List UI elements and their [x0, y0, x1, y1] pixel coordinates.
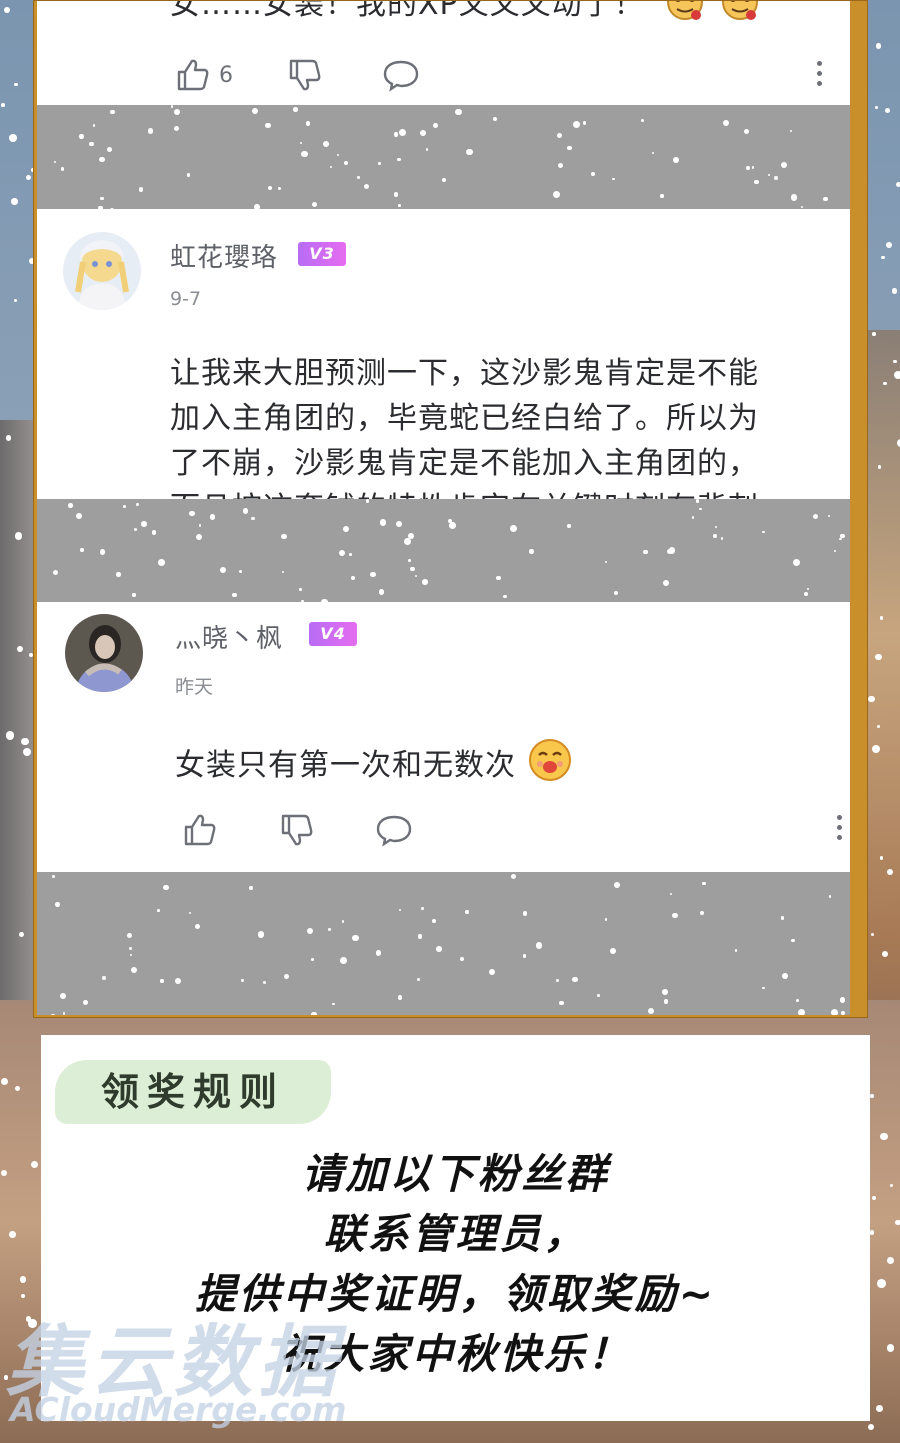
rules-tag: 领奖规则 — [55, 1060, 331, 1124]
card-separator — [37, 499, 850, 602]
comment-bubble-icon — [383, 60, 419, 92]
reply-button[interactable] — [382, 57, 420, 93]
like-count: 6 — [219, 62, 233, 88]
comment-bubble-icon — [376, 815, 412, 847]
comment-text: 女装只有第一次和无数次 — [175, 737, 573, 796]
more-options-button[interactable] — [817, 61, 822, 86]
like-button[interactable] — [182, 812, 218, 848]
thumbs-down-icon — [281, 814, 313, 846]
comment-card: 女……女装！我的XP又又又动了！ 6 — [37, 1, 850, 105]
thumbs-down-icon — [289, 59, 321, 91]
reply-button[interactable] — [375, 812, 413, 848]
avatar[interactable] — [63, 232, 141, 310]
comment-text-line: 让我来大胆预测一下，这沙影鬼肯定是不能 — [170, 356, 759, 391]
comment-text-line: 加入主角团的，毕竟蛇已经白给了。所以为 — [170, 401, 759, 436]
comment-card: 灬晓丶枫 V4 昨天 女装只有第一次和无数次 — [37, 602, 850, 872]
dislike-button[interactable] — [287, 57, 323, 93]
comment-text-line: 而且按这套钺的特性肯定在关键时刻有背刺 — [170, 486, 840, 499]
watermark-url: ACloudMerge.com — [10, 1390, 347, 1429]
more-options-button[interactable] — [837, 815, 842, 840]
tiger-face-icon — [665, 1, 705, 30]
thumbs-up-icon — [184, 814, 216, 846]
comments-frame: 女……女装！我的XP又又又动了！ 6 虹花瓔珞 V3 9-7 让我来大胆预测一下… — [33, 0, 868, 1018]
comment-card: 虹花瓔珞 V3 9-7 让我来大胆预测一下，这沙影鬼肯定是不能 加入主角团的，毕… — [37, 209, 850, 499]
comment-text: 女……女装！我的XP又又又动了！ — [170, 1, 760, 30]
drooling-face-icon — [527, 737, 573, 796]
avatar[interactable] — [65, 614, 143, 692]
card-separator — [37, 872, 850, 1015]
comment-date: 昨天 — [175, 676, 214, 698]
watermark: 集云数据 ACloudMerge.com — [6, 1300, 426, 1440]
level-badge: V3 — [298, 242, 346, 266]
comment-text-line: 了不崩，沙影鬼肯定是不能加入主角团的， — [170, 446, 759, 481]
comment-body: 让我来大胆预测一下，这沙影鬼肯定是不能 加入主角团的，毕竟蛇已经白给了。所以为 … — [170, 351, 840, 499]
thumbs-up-icon — [177, 59, 209, 91]
card-separator — [37, 105, 850, 209]
rule-line: 请加以下粉丝群 — [301, 1150, 610, 1198]
username[interactable]: 灬晓丶枫 — [175, 618, 283, 655]
comment-date: 9-7 — [170, 288, 202, 310]
tiger-face-icon — [720, 1, 760, 30]
rule-line: 联系管理员， — [323, 1210, 588, 1258]
dislike-button[interactable] — [279, 812, 315, 848]
like-button[interactable]: 6 — [175, 57, 233, 93]
username[interactable]: 虹花瓔珞 — [170, 237, 278, 274]
level-badge: V4 — [309, 622, 357, 646]
